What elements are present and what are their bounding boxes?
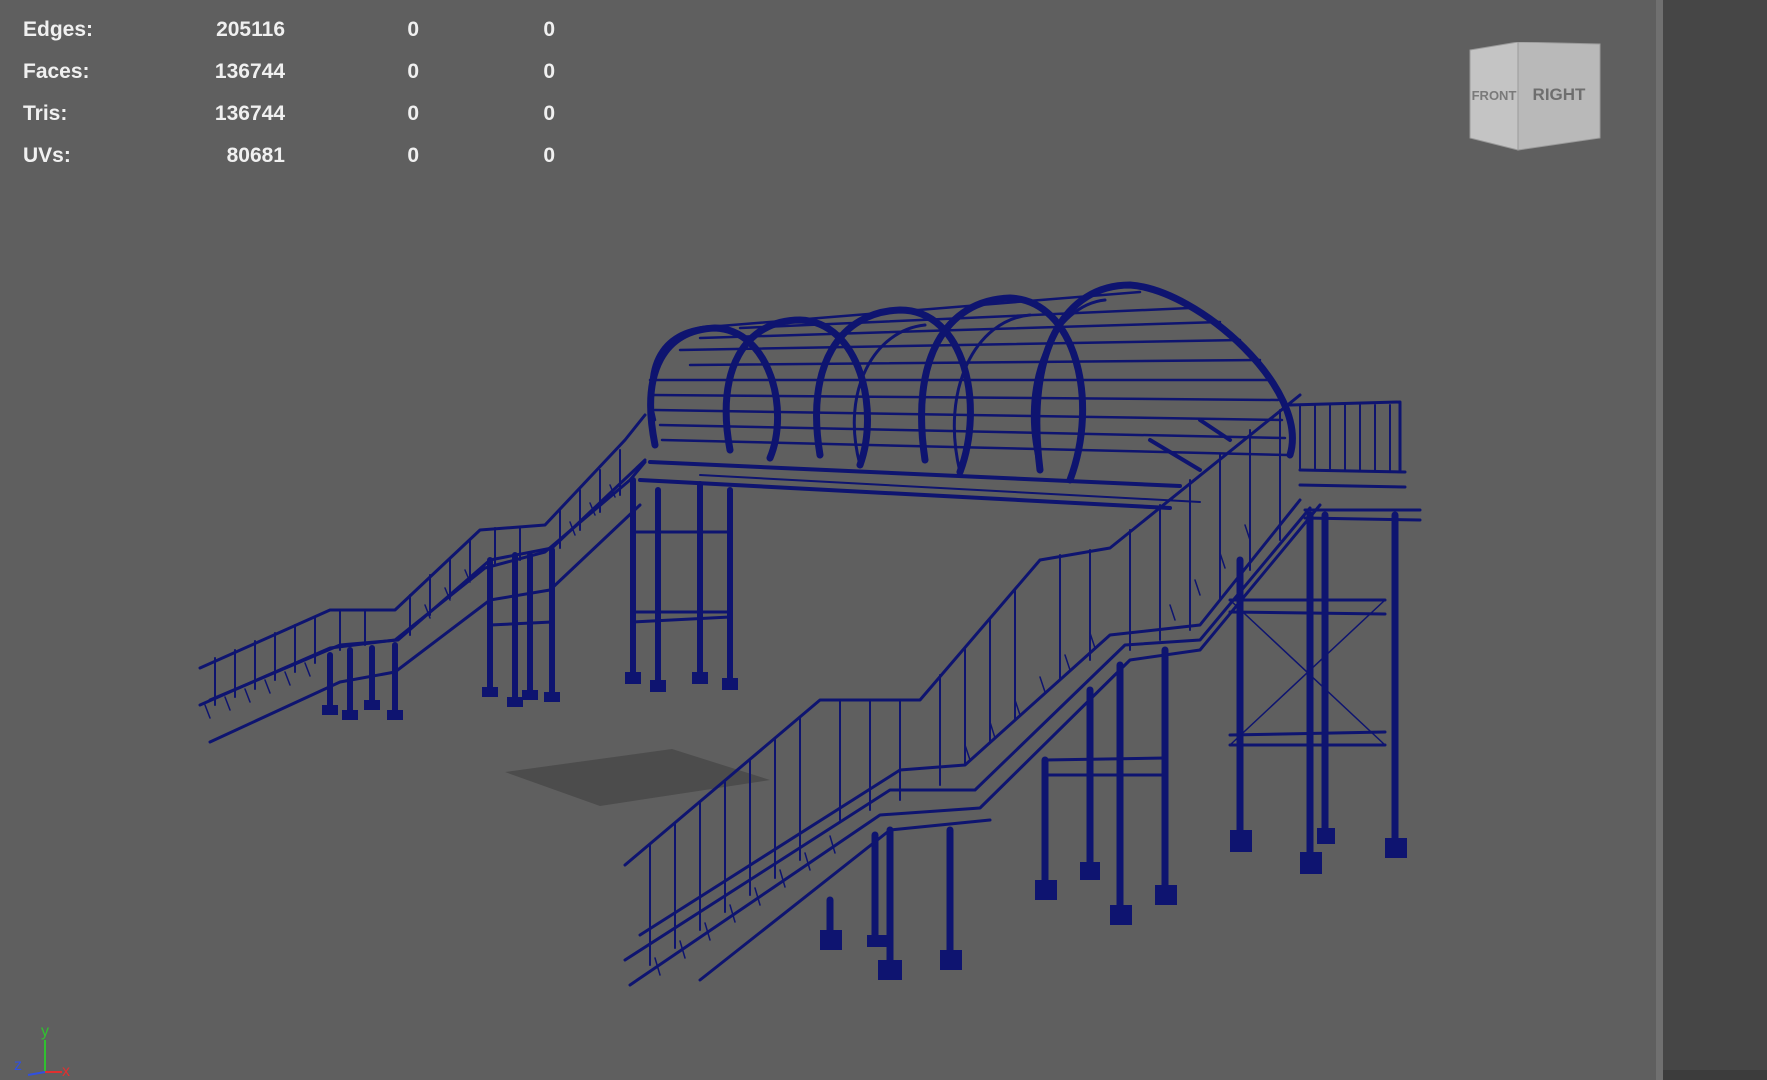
left-staircase bbox=[198, 413, 647, 744]
right-side-panel bbox=[1663, 0, 1767, 1080]
axis-indicator: y x z bbox=[14, 1023, 70, 1076]
axis-y-label: y bbox=[41, 1023, 49, 1040]
bridge-deck bbox=[638, 460, 1201, 510]
viewport-divider[interactable] bbox=[1656, 0, 1663, 1080]
bridge-wireframe-model[interactable] bbox=[0, 0, 1656, 1080]
panel-scrollbar[interactable] bbox=[1663, 1070, 1767, 1080]
3d-viewport[interactable]: Edges: 205116 0 0 Faces: 136744 0 0 Tris… bbox=[0, 0, 1656, 1080]
axis-x-label: x bbox=[62, 1063, 70, 1076]
arched-canopy bbox=[647, 281, 1296, 484]
right-platform-tower bbox=[1228, 400, 1422, 874]
middle-support-tower bbox=[625, 477, 738, 692]
axis-z-line bbox=[27, 1071, 46, 1076]
axis-z-label: z bbox=[14, 1057, 22, 1074]
